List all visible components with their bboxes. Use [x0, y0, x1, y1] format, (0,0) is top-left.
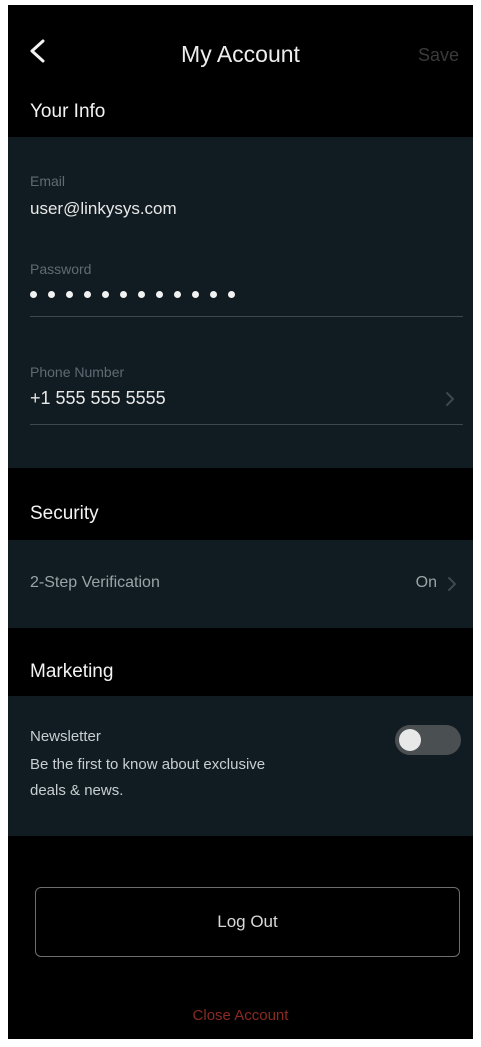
marketing-heading: Marketing — [30, 661, 114, 682]
security-heading: Security — [30, 503, 99, 524]
chevron-right-icon — [448, 577, 456, 591]
phone-label: Phone Number — [30, 364, 125, 380]
newsletter-panel: Newsletter Be the first to know about ex… — [8, 696, 473, 836]
phone-field[interactable]: +1 555 555 5555 — [30, 388, 166, 409]
chevron-right-icon[interactable] — [445, 391, 455, 407]
toggle-knob — [399, 729, 421, 751]
newsletter-description-line1: Be the first to know about exclusive — [30, 756, 266, 773]
two-step-label: 2-Step Verification — [30, 574, 160, 591]
email-field[interactable]: user@linkysys.com — [30, 199, 177, 219]
password-field[interactable] — [30, 291, 235, 298]
phone-underline — [30, 424, 463, 425]
app-screen: My Account Save Your Info Email user@lin… — [8, 5, 473, 1039]
newsletter-toggle[interactable] — [395, 725, 461, 755]
your-info-heading: Your Info — [30, 101, 106, 122]
save-button[interactable]: Save — [418, 45, 459, 66]
page-title: My Account — [181, 41, 300, 67]
two-step-verification-row[interactable]: 2-Step Verification On — [8, 540, 473, 628]
password-underline — [30, 316, 463, 317]
newsletter-description-line2: deals & news. — [30, 782, 124, 799]
newsletter-label: Newsletter — [30, 728, 101, 745]
close-account-link[interactable]: Close Account — [8, 1007, 473, 1024]
email-label: Email — [30, 173, 66, 189]
two-step-status: On — [415, 574, 437, 591]
your-info-panel: Email user@linkysys.com Password Phone N… — [8, 137, 473, 468]
log-out-button[interactable]: Log Out — [35, 887, 460, 957]
header: My Account Save — [8, 5, 473, 93]
password-label: Password — [30, 261, 92, 277]
